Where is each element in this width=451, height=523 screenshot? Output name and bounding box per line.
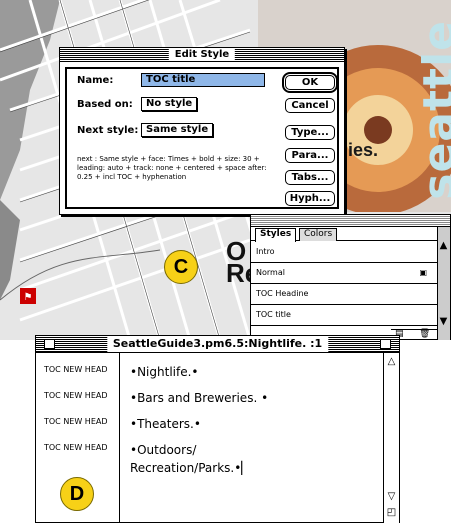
tab-styles[interactable]: Styles — [255, 228, 297, 242]
side-style-label: TOC NEW HEAD — [44, 443, 108, 452]
window-titlebar[interactable]: SeattleGuide3.pm6.5:Nightlife. :1 — [36, 336, 399, 353]
dialog-title: Edit Style — [168, 48, 236, 61]
ok-button[interactable]: OK — [282, 72, 338, 93]
scroll-down-icon[interactable]: ▼ — [438, 317, 449, 328]
next-style-popup[interactable]: Same style — [141, 123, 214, 137]
palette-titlebar[interactable] — [251, 215, 450, 227]
style-list: Intro Normal ▣ TOC Headine TOC title — [251, 242, 437, 326]
dialog-body: Name: TOC title Based on: No style Next … — [65, 67, 339, 209]
close-box-icon[interactable] — [44, 339, 55, 349]
side-style-label: TOC NEW HEAD — [44, 391, 108, 400]
type-button[interactable]: Type... — [285, 125, 335, 140]
tabs-button[interactable]: Tabs... — [285, 170, 335, 185]
hyph-button[interactable]: Hyph... — [285, 191, 335, 206]
scroll-up-icon[interactable]: △ — [386, 357, 397, 368]
resize-grip-icon[interactable]: ◰ — [386, 508, 397, 519]
story-line[interactable]: Recreation/Parks.•▏ — [130, 460, 251, 476]
story-line[interactable]: •Nightlife.• — [130, 364, 198, 380]
tab-colors[interactable]: Colors — [299, 228, 338, 241]
window-title: SeattleGuide3.pm6.5:Nightlife. :1 — [106, 336, 329, 352]
text-cursor: ▏ — [241, 461, 251, 475]
scroll-up-icon[interactable]: ▲ — [438, 241, 449, 252]
style-name-column: TOC NEW HEAD TOC NEW HEAD TOC NEW HEAD T… — [36, 353, 120, 523]
style-item-intro[interactable]: Intro — [251, 242, 437, 263]
edit-style-dialog: Edit Style Name: TOC title Based on: No … — [59, 47, 345, 215]
zoom-box-icon[interactable] — [380, 339, 391, 349]
story-line[interactable]: •Bars and Breweries. • — [130, 390, 268, 406]
callout-badge-c: C — [164, 250, 198, 284]
story-line[interactable]: •Theaters.• — [130, 416, 201, 432]
cancel-button[interactable]: Cancel — [285, 98, 335, 113]
disk-icon: ▣ — [419, 268, 427, 277]
styles-palette: Styles Colors Intro Normal ▣ TOC Headine… — [250, 214, 451, 340]
based-on-label: Based on: — [77, 99, 133, 110]
document-scrollbar[interactable]: △ ▽ ◰ — [383, 353, 399, 523]
style-item-label: Normal — [256, 268, 285, 277]
seattle-vertical-text: seattle — [414, 20, 451, 200]
side-style-label: TOC NEW HEAD — [44, 365, 108, 374]
callout-badge-d: D — [60, 477, 94, 511]
next-style-label: Next style: — [77, 125, 139, 136]
style-item-toc-title[interactable]: TOC title — [251, 305, 437, 326]
style-name-input[interactable]: TOC title — [141, 73, 265, 87]
story-line[interactable]: •Outdoors/ — [130, 442, 196, 458]
callout-c-area: C O Re — [160, 232, 260, 300]
scroll-down-icon[interactable]: ▽ — [386, 492, 397, 503]
style-item-normal[interactable]: Normal ▣ — [251, 263, 437, 284]
side-style-label: TOC NEW HEAD — [44, 417, 108, 426]
palette-tabs: Styles Colors — [251, 227, 450, 242]
name-label: Name: — [77, 75, 114, 86]
style-description: next : Same style + face: Times + bold +… — [77, 155, 267, 181]
story-editor-window: SeattleGuide3.pm6.5:Nightlife. :1 TOC NE… — [35, 335, 400, 523]
photo-caption: ies. — [348, 140, 379, 160]
svg-text:⚑: ⚑ — [24, 292, 33, 303]
palette-scrollbar[interactable]: ▲ ▼ — [437, 227, 450, 340]
story-line-text: Recreation/Parks.• — [130, 461, 242, 475]
para-button[interactable]: Para... — [285, 148, 335, 163]
style-item-toc-headine[interactable]: TOC Headine — [251, 284, 437, 305]
trash-icon[interactable]: 🗑 — [419, 329, 430, 339]
dialog-titlebar[interactable]: Edit Style — [60, 48, 344, 62]
based-on-popup[interactable]: No style — [141, 97, 198, 111]
